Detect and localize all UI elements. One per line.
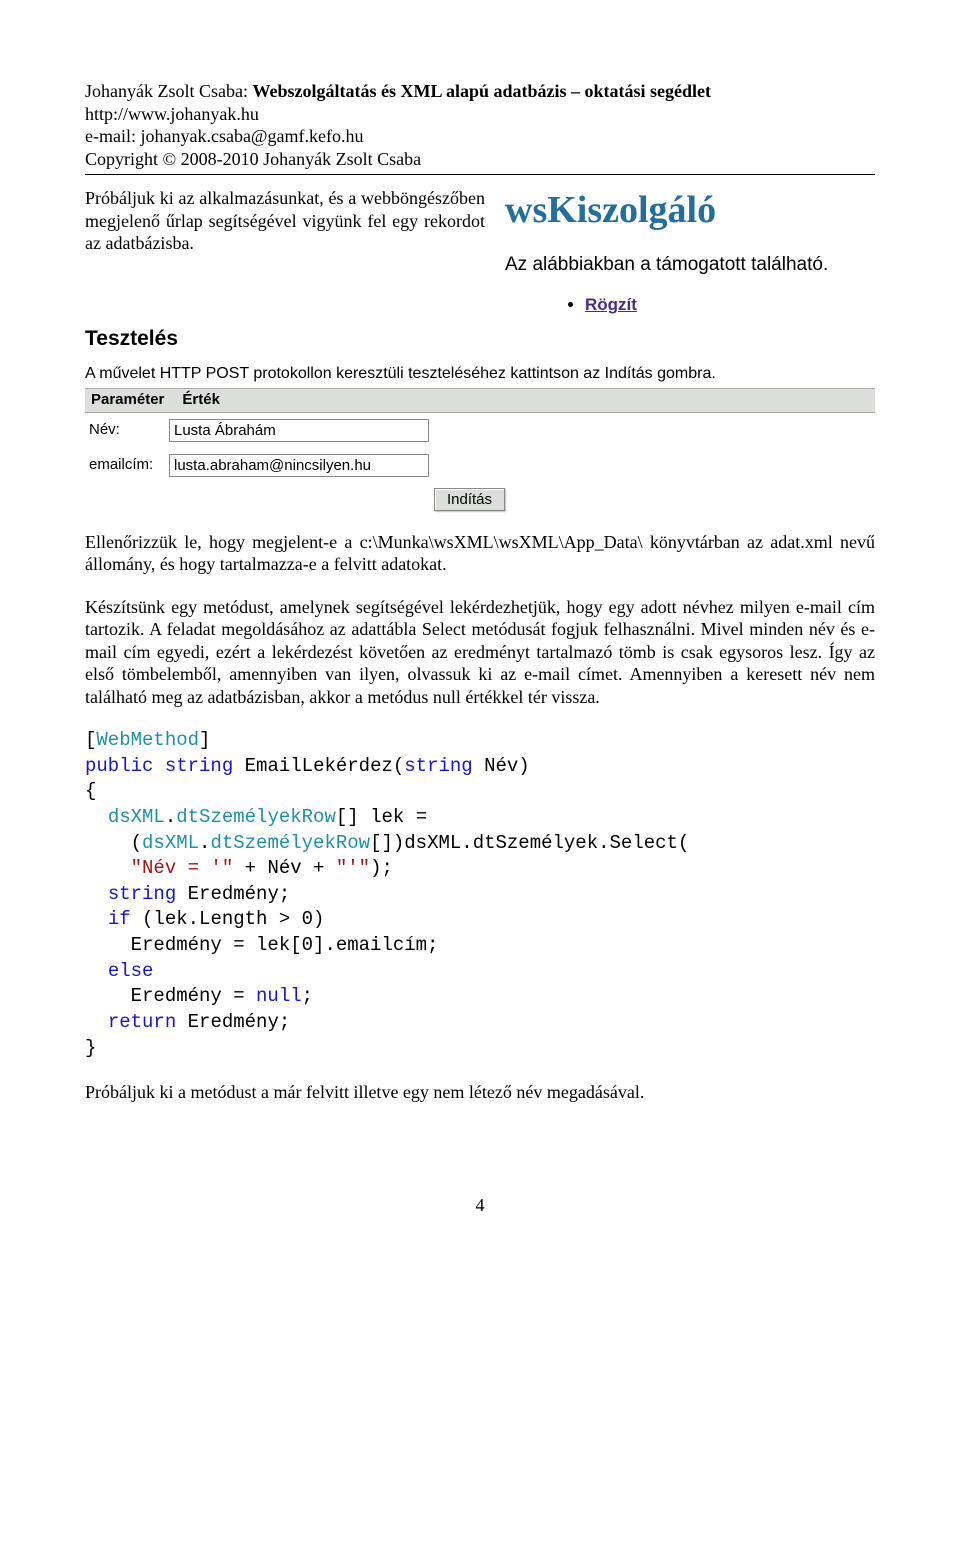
method-paragraph: Készítsünk egy metódust, amelynek segíts… (85, 596, 875, 709)
param-row-name: Név: (85, 413, 875, 448)
ws-logo: wsKiszolgáló (505, 187, 875, 235)
submit-button[interactable]: Indítás (434, 488, 505, 511)
header-copyright: Copyright © 2008-2010 Johanyák Zsolt Csa… (85, 148, 875, 171)
tryout-paragraph: Próbáljuk ki a metódust a már felvitt il… (85, 1081, 875, 1104)
ws-op-link[interactable]: Rögzít (585, 295, 637, 314)
header-divider (85, 174, 875, 175)
header-url: http://www.johanyak.hu (85, 103, 875, 126)
param-label-name: Név: (89, 421, 169, 440)
check-paragraph: Ellenőrizzük le, hogy megjelent-e a c:\M… (85, 531, 875, 576)
page-number: 4 (85, 1194, 875, 1217)
document-header: Johanyák Zsolt Csaba: Webszolgáltatás és… (85, 80, 875, 170)
param-col-value: Érték (182, 391, 220, 410)
ws-op-list: Rögzít (545, 294, 875, 315)
test-description: A művelet HTTP POST protokollon keresztü… (85, 364, 875, 384)
intro-paragraph: Próbáljuk ki az alkalmazásunkat, és a we… (85, 187, 485, 255)
code-block: [WebMethod] public string EmailLekérdez(… (85, 728, 875, 1061)
param-label-email: emailcím: (89, 456, 169, 475)
ws-subtitle: Az alábbiakban a támogatott található. (505, 253, 875, 277)
email-input[interactable] (169, 454, 429, 477)
param-table-header: Paraméter Érték (85, 388, 875, 413)
param-col-name: Paraméter (91, 391, 164, 410)
test-heading: Tesztelés (85, 326, 875, 352)
header-title: Webszolgáltatás és XML alapú adatbázis –… (252, 81, 711, 101)
header-email: e-mail: johanyak.csaba@gamf.kefo.hu (85, 125, 875, 148)
name-input[interactable] (169, 419, 429, 442)
header-author: Johanyák Zsolt Csaba: (85, 81, 248, 101)
param-row-email: emailcím: (85, 448, 875, 483)
